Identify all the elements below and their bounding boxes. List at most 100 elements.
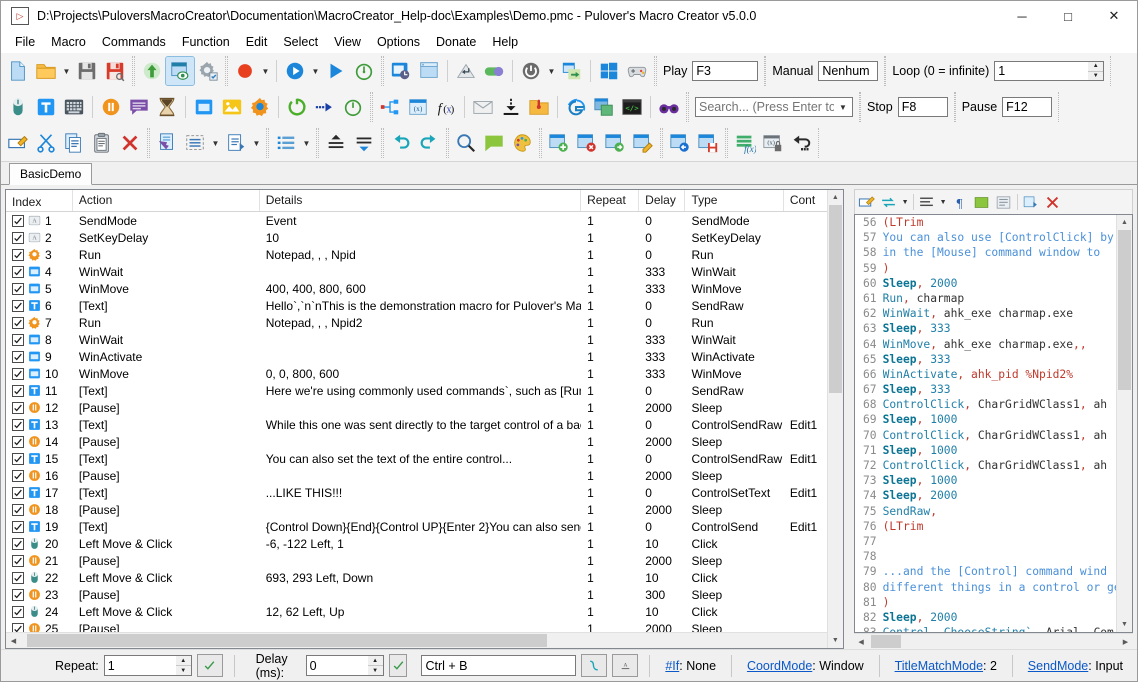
row-repeat-cell[interactable]: 1 bbox=[581, 299, 639, 313]
row-action-cell[interactable]: WinActivate bbox=[73, 350, 260, 364]
code-wrap-dropdown[interactable]: ▼ bbox=[938, 192, 949, 213]
cut-button[interactable] bbox=[32, 129, 60, 157]
play-button[interactable] bbox=[281, 57, 309, 85]
code-vertical-scrollbar[interactable]: ▲ ▼ bbox=[1116, 215, 1132, 632]
row-index-cell[interactable]: 9 bbox=[6, 350, 73, 364]
table-row[interactable]: 25[Pause]12000Sleep bbox=[6, 620, 843, 632]
row-type-cell[interactable]: SendMode bbox=[685, 214, 783, 228]
grid-hscroll-left-arrow[interactable]: ◀ bbox=[6, 633, 21, 648]
code-line[interactable]: Sleep, 333 bbox=[883, 321, 1132, 336]
variables-lock-button[interactable]: (x) bbox=[759, 129, 787, 157]
loop-spin-up[interactable]: ▲ bbox=[1088, 62, 1103, 72]
stop-hotkey-input[interactable] bbox=[898, 97, 948, 117]
select-rows-dropdown[interactable]: ▼ bbox=[209, 129, 222, 157]
row-type-cell[interactable]: Sleep bbox=[685, 469, 783, 483]
code-prev-button[interactable] bbox=[1020, 192, 1042, 213]
row-type-cell[interactable]: Click bbox=[685, 571, 783, 585]
code-scroll-track[interactable] bbox=[1117, 230, 1132, 617]
toggle-button[interactable] bbox=[480, 57, 508, 85]
grid-hscroll-thumb[interactable] bbox=[27, 634, 547, 647]
row-action-cell[interactable]: [Text] bbox=[73, 418, 260, 432]
code-scroll-thumb[interactable] bbox=[1118, 230, 1131, 390]
row-details-cell[interactable]: While this one was sent directly to the … bbox=[260, 418, 581, 432]
table-row[interactable]: 4WinWait1333WinWait bbox=[6, 263, 843, 280]
code-line[interactable]: in the [Mouse] command window to bbox=[883, 245, 1132, 260]
row-checkbox[interactable] bbox=[12, 436, 24, 448]
row-action-cell[interactable]: [Pause] bbox=[73, 588, 260, 602]
window-move-button[interactable] bbox=[558, 57, 586, 85]
table-row[interactable]: 17[Text]...LIKE THIS!!!10ControlSetTextE… bbox=[6, 484, 843, 501]
delay-apply-button[interactable] bbox=[389, 654, 408, 677]
row-delay-cell[interactable]: 10 bbox=[639, 605, 685, 619]
row-details-cell[interactable]: Notepad, , , Npid bbox=[260, 248, 581, 262]
table-row[interactable]: 18[Pause]12000Sleep bbox=[6, 501, 843, 518]
row-checkbox[interactable] bbox=[12, 232, 24, 244]
row-index-cell[interactable]: 13 bbox=[6, 418, 73, 432]
row-action-cell[interactable]: [Text] bbox=[73, 520, 260, 534]
row-action-cell[interactable]: WinMove bbox=[73, 367, 260, 381]
row-checkbox[interactable] bbox=[12, 623, 24, 633]
row-repeat-cell[interactable]: 1 bbox=[581, 265, 639, 279]
binoculars-button[interactable] bbox=[655, 93, 683, 121]
row-details-cell[interactable]: You can also set the text of the entire … bbox=[260, 452, 581, 466]
row-delay-cell[interactable]: 2000 bbox=[639, 554, 685, 568]
code-sync-button[interactable] bbox=[878, 192, 900, 213]
row-repeat-cell[interactable]: 1 bbox=[581, 333, 639, 347]
row-type-cell[interactable]: Sleep bbox=[685, 622, 783, 633]
code-line[interactable]: WinMove, ahk_exe charmap.exe,, bbox=[883, 337, 1132, 352]
row-action-cell[interactable]: [Text] bbox=[73, 452, 260, 466]
row-action-cell[interactable]: SetKeyDelay bbox=[73, 231, 260, 245]
code-line[interactable]: ControlClick, CharGridWClass1, ah bbox=[883, 397, 1132, 412]
table-row[interactable]: 11[Text]Here we're using commonly used c… bbox=[6, 382, 843, 399]
row-checkbox[interactable] bbox=[12, 555, 24, 567]
close-button[interactable]: ✕ bbox=[1091, 1, 1137, 31]
text-command-button[interactable] bbox=[32, 93, 60, 121]
row-action-cell[interactable]: [Text] bbox=[73, 486, 260, 500]
code-line[interactable]: You can also use [ControlClick] by bbox=[883, 230, 1132, 245]
power-dropdown[interactable]: ▼ bbox=[545, 57, 558, 85]
row-details-cell[interactable]: Notepad, , , Npid2 bbox=[260, 316, 581, 330]
grid-rows-container[interactable]: A1SendModeEvent10SendModeA2SetKeyDelay10… bbox=[6, 212, 843, 632]
row-action-cell[interactable]: [Pause] bbox=[73, 401, 260, 415]
code-paragraph-button[interactable]: ¶ bbox=[949, 192, 971, 213]
code-hscroll-right-arrow[interactable]: ▶ bbox=[1118, 634, 1133, 649]
row-repeat-cell[interactable]: 1 bbox=[581, 486, 639, 500]
row-index-cell[interactable]: A2 bbox=[6, 231, 73, 245]
table-row[interactable]: 12[Pause]12000Sleep bbox=[6, 399, 843, 416]
row-details-cell[interactable]: 0, 0, 800, 600 bbox=[260, 367, 581, 381]
power-button[interactable] bbox=[517, 57, 545, 85]
menu-file[interactable]: File bbox=[7, 33, 43, 51]
table-row[interactable]: 10WinMove0, 0, 800, 6001333WinMove bbox=[6, 365, 843, 382]
list-view-button[interactable] bbox=[272, 129, 300, 157]
row-checkbox[interactable] bbox=[12, 402, 24, 414]
row-checkbox[interactable] bbox=[12, 538, 24, 550]
find-button[interactable] bbox=[452, 129, 480, 157]
control-command-button[interactable] bbox=[246, 93, 274, 121]
status-if-label[interactable]: #If bbox=[665, 659, 679, 673]
row-delay-cell[interactable]: 333 bbox=[639, 282, 685, 296]
row-details-cell[interactable]: {Control Down}{End}{Control UP}{Enter 2}… bbox=[260, 520, 581, 534]
row-checkbox[interactable] bbox=[12, 351, 24, 363]
row-checkbox[interactable] bbox=[12, 453, 24, 465]
row-index-cell[interactable]: 7 bbox=[6, 316, 73, 330]
repeat-apply-button[interactable] bbox=[197, 654, 223, 677]
column-header-type[interactable]: Type bbox=[685, 190, 783, 211]
row-index-cell[interactable]: 5 bbox=[6, 282, 73, 296]
file-command-button[interactable] bbox=[525, 93, 553, 121]
row-action-cell[interactable]: Left Move & Click bbox=[73, 537, 260, 551]
code-editor[interactable]: 5657585960616263646566676869707172737475… bbox=[854, 214, 1133, 633]
menu-select[interactable]: Select bbox=[275, 33, 326, 51]
table-row[interactable]: 13[Text]While this one was sent directly… bbox=[6, 416, 843, 433]
delay-spin-up[interactable]: ▲ bbox=[368, 656, 383, 666]
table-row[interactable]: 19[Text]{Control Down}{End}{Control UP}{… bbox=[6, 518, 843, 535]
code-edit-button[interactable] bbox=[856, 192, 878, 213]
row-type-cell[interactable]: WinMove bbox=[685, 367, 783, 381]
mail-command-button[interactable] bbox=[469, 93, 497, 121]
table-row[interactable]: 8WinWait1333WinWait bbox=[6, 331, 843, 348]
row-repeat-cell[interactable]: 1 bbox=[581, 282, 639, 296]
row-delay-cell[interactable]: 2000 bbox=[639, 401, 685, 415]
row-type-cell[interactable]: SendRaw bbox=[685, 384, 783, 398]
row-action-cell[interactable]: [Pause] bbox=[73, 622, 260, 633]
window-spy-button[interactable] bbox=[387, 57, 415, 85]
grid-scroll-up-arrow[interactable]: ▲ bbox=[828, 190, 843, 205]
